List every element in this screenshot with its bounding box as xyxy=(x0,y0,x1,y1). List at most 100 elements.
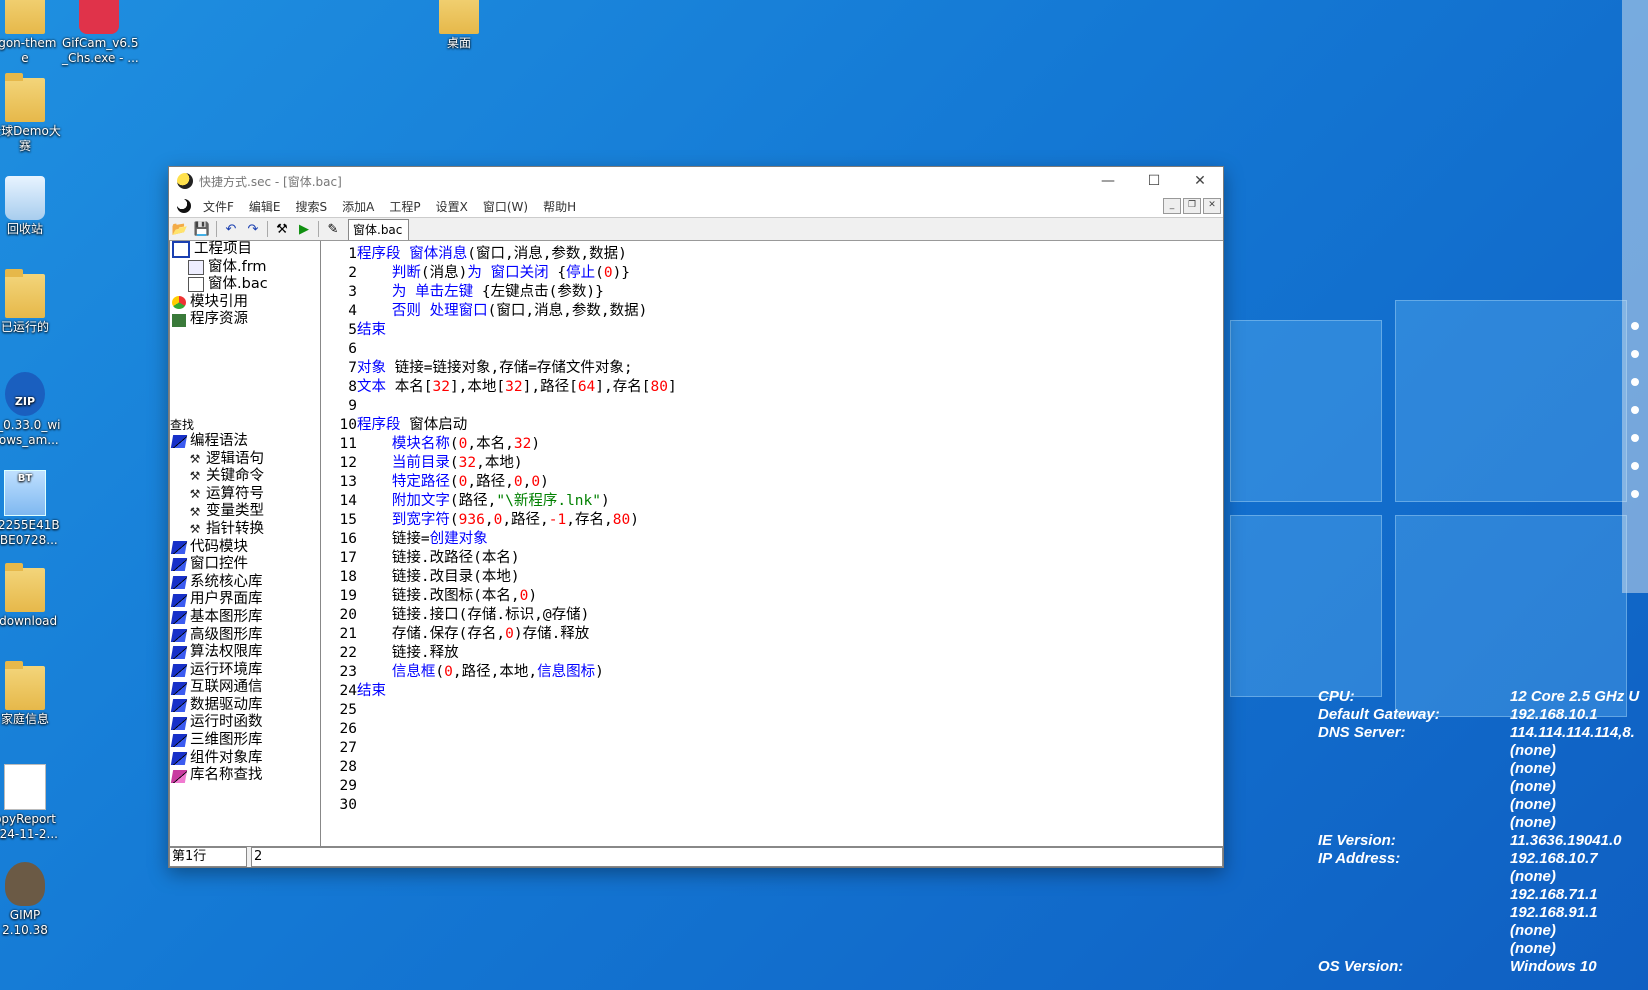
desktop-icon[interactable]: sdownload xyxy=(0,563,62,629)
tree-node[interactable]: 窗口控件 xyxy=(170,556,320,574)
mdi-minimize-button[interactable]: _ xyxy=(1163,198,1181,214)
menu-item[interactable]: 工程P xyxy=(389,198,420,215)
menu-item[interactable]: 搜索S xyxy=(296,198,328,215)
menu-item[interactable]: 编辑E xyxy=(249,198,281,215)
widget-dot[interactable] xyxy=(1631,462,1639,470)
desktop-icon[interactable]: ZIPp_0.33.0_wi dows_am... xyxy=(0,372,62,448)
tree-node[interactable]: 窗体.bac xyxy=(170,276,320,294)
widget-dot[interactable] xyxy=(1631,490,1639,498)
tree-node[interactable]: ⚒ 运算符号 xyxy=(170,486,320,504)
close-button[interactable]: ✕ xyxy=(1177,167,1223,195)
desktop-icon[interactable]: 家庭信息 xyxy=(0,661,62,727)
menu-item[interactable]: 文件F xyxy=(203,198,234,215)
code-line: 18 链接.改目录(本地) xyxy=(321,568,520,587)
open-book-icon xyxy=(170,435,188,449)
tree-node[interactable]: ⚒ 关键命令 xyxy=(170,468,320,486)
gif-icon xyxy=(79,0,119,34)
tree-node[interactable]: 系统核心库 xyxy=(170,574,320,592)
widget-dot[interactable] xyxy=(1631,434,1639,442)
project-icon xyxy=(172,241,190,259)
tree-node[interactable]: 互联网通信 xyxy=(170,679,320,697)
menu-item[interactable]: 窗口(W) xyxy=(483,198,528,215)
code-token: 链接.接口(存储.标识,@存储) xyxy=(357,607,590,623)
tree-node[interactable]: 算法权限库 xyxy=(170,644,320,662)
tree-node[interactable]: 基本图形库 xyxy=(170,609,320,627)
tree-node[interactable]: 用户界面库 xyxy=(170,591,320,609)
code-token: 32 xyxy=(505,379,523,395)
mdi-restore-button[interactable]: ❐ xyxy=(1183,198,1201,214)
widget-dot[interactable] xyxy=(1631,350,1639,358)
code-line: 28 xyxy=(321,758,357,777)
widget-dot[interactable] xyxy=(1631,406,1639,414)
menu-bar: 文件F 编辑E 搜索S 添加A 工程P 设置X 窗口(W) 帮助H _ ❐ ✕ xyxy=(169,195,1223,217)
desktop-icon[interactable]: 桌面 xyxy=(422,0,496,51)
sysinfo-value: (none) xyxy=(1510,778,1556,795)
code-token: 0 xyxy=(513,474,523,490)
line-number: 30 xyxy=(339,797,357,813)
tree-node[interactable]: 库名称查找 xyxy=(170,767,320,785)
desktop-icon[interactable]: GifCam_v6.5 _Chs.exe - ... xyxy=(62,0,139,66)
tree-node[interactable]: 组件对象库 xyxy=(170,750,320,768)
tree-node[interactable]: 编程语法 xyxy=(170,433,320,451)
desktop-icon[interactable]: BT72255E41B 7BE0728... xyxy=(0,470,62,548)
tree-node[interactable]: 程序资源 xyxy=(170,311,320,329)
undo-icon[interactable]: ↶ xyxy=(220,220,242,238)
desktop-icon-label: p_0.33.0_wi dows_am... xyxy=(0,418,61,447)
tree-node-label: 代码模块 xyxy=(190,538,248,555)
code-token: (窗口,消息,参数,数据) xyxy=(467,246,627,262)
tree-node[interactable]: ⚒ 指针转换 xyxy=(170,521,320,539)
status-input[interactable]: 2 xyxy=(251,847,1223,867)
code-editor[interactable]: 1程序段 窗体消息(窗口,消息,参数,数据) 2 判断(消息)为 窗口关闭 {停止… xyxy=(321,241,1223,847)
line-number: 18 xyxy=(339,569,357,585)
edit-doc-icon[interactable]: ✎ xyxy=(322,220,344,238)
system-menu-icon[interactable] xyxy=(177,199,191,213)
save-icon[interactable]: 💾 xyxy=(191,220,213,238)
widget-dot[interactable] xyxy=(1631,378,1639,386)
tree-node[interactable]: 窗体.frm xyxy=(170,259,320,277)
build-tools-icon[interactable]: ⚒ xyxy=(271,220,293,238)
minimize-button[interactable]: — xyxy=(1085,167,1131,195)
desktop-icon[interactable]: 全球Demo大 赛 xyxy=(0,73,62,154)
tree-node-label: 三维图形库 xyxy=(190,732,263,749)
desktop-icon[interactable]: opyReport 024-11-2... xyxy=(0,764,62,842)
widget-dot[interactable] xyxy=(1631,322,1639,330)
code-token: ,路径, xyxy=(502,512,549,528)
desktop-icon[interactable]: GIMP 2.10.38 xyxy=(0,862,62,938)
tree-node[interactable]: 数据驱动库 xyxy=(170,697,320,715)
line-number: 7 xyxy=(348,360,357,376)
tree-node[interactable]: 高级图形库 xyxy=(170,627,320,645)
tab-form-bac[interactable]: 窗体.bac xyxy=(348,218,410,240)
redo-icon[interactable]: ↷ xyxy=(242,220,264,238)
gimp-icon xyxy=(5,862,45,906)
desktop-icon[interactable]: 回收站 xyxy=(0,176,62,237)
tree-node-label: 窗口控件 xyxy=(190,556,248,573)
status-line-indicator: 第1行 xyxy=(169,847,247,867)
tree-node[interactable]: 三维图形库 xyxy=(170,732,320,750)
maximize-button[interactable]: ☐ xyxy=(1131,167,1177,195)
book-icon xyxy=(170,558,188,572)
menu-item[interactable]: 添加A xyxy=(342,198,374,215)
tree-node[interactable]: 运行环境库 xyxy=(170,662,320,680)
run-icon[interactable]: ▶ xyxy=(293,220,315,238)
code-line: 25 xyxy=(321,701,357,720)
sysinfo-value: (none) xyxy=(1510,868,1556,885)
code-token: 0 xyxy=(505,626,514,642)
tree-node[interactable]: 代码模块 xyxy=(170,539,320,557)
tree-node[interactable]: 工程项目 xyxy=(170,241,320,259)
mdi-close-button[interactable]: ✕ xyxy=(1203,198,1221,214)
code-token: 程序段 窗体消息 xyxy=(357,246,468,262)
book-icon xyxy=(170,681,188,695)
menu-item[interactable]: 设置X xyxy=(436,198,468,215)
code-token: (窗口,消息,参数,数据) xyxy=(487,303,648,319)
tree-node[interactable]: 运行时函数 xyxy=(170,714,320,732)
menu-item[interactable]: 帮助H xyxy=(543,198,576,215)
desktop-icon[interactable]: rgon-them e xyxy=(0,0,62,66)
tree-node[interactable]: 模块引用 xyxy=(170,294,320,312)
open-folder-icon[interactable]: 📂 xyxy=(169,220,191,238)
tree-node[interactable]: ⚒ 逻辑语句 xyxy=(170,451,320,469)
code-token: 文本 xyxy=(357,379,386,395)
tree-node[interactable]: ⚒ 变量类型 xyxy=(170,503,320,521)
title-bar[interactable]: 快捷方式.sec - [窗体.bac] — ☐ ✕ xyxy=(169,167,1223,195)
toolbar: 📂 💾 ↶ ↷ ⚒ ▶ ✎ 窗体.bac xyxy=(169,217,1223,241)
desktop-icon[interactable]: 已运行的 xyxy=(0,269,62,335)
